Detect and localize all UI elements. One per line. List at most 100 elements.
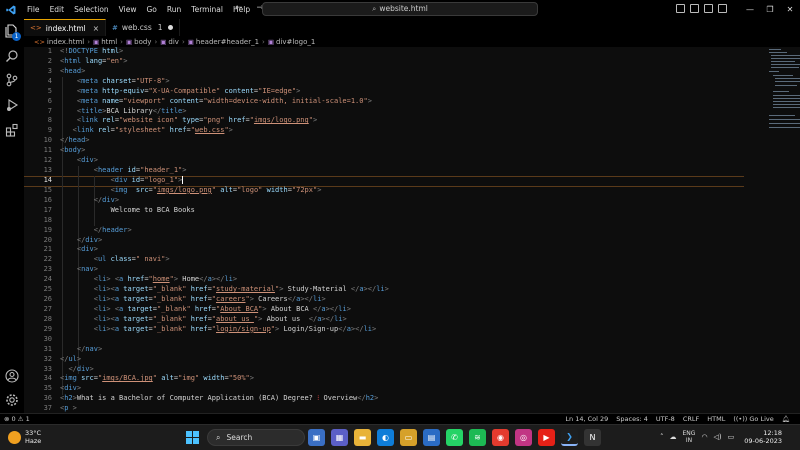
indentation[interactable]: Spaces: 4	[616, 415, 648, 423]
code-line: <li> <a target="_blank" href="About BCA"…	[93, 304, 351, 313]
line-number: 8	[47, 116, 52, 125]
code-editor[interactable]: 1 2 3 4 5 6 7 8 9 10 11 12 13 14 15 16 17 18 19 20 21 22 23 24 2…	[24, 47, 800, 413]
settings-gear-icon[interactable]	[5, 393, 19, 407]
code-line: <div>	[76, 245, 98, 254]
problem-count: 1	[157, 23, 163, 32]
menu-terminal[interactable]: Terminal	[186, 0, 228, 19]
line-number: 17	[43, 205, 52, 214]
code-line: </nav>	[76, 344, 103, 353]
code-line: <!DOCTYPE html>	[60, 47, 124, 55]
menu-edit[interactable]: Edit	[45, 0, 70, 19]
line-number: 14	[43, 175, 52, 184]
menu-selection[interactable]: Selection	[69, 0, 114, 19]
close-icon[interactable]: ×	[93, 24, 99, 33]
code-line: <div>	[60, 384, 82, 393]
back-arrow-icon[interactable]: ←	[235, 3, 243, 13]
toggle-sidebar-icon[interactable]	[676, 4, 685, 13]
line-number: 25	[43, 285, 52, 294]
close-window-icon[interactable]: ✕	[780, 0, 800, 19]
clock-time: 12:18	[763, 429, 782, 437]
store-icon[interactable]: ▤	[423, 429, 440, 446]
breadcrumb-item[interactable]: div#logo_1	[276, 38, 315, 46]
line-number: 19	[43, 225, 52, 234]
notion-icon[interactable]: N	[584, 429, 601, 446]
line-number: 35	[43, 384, 52, 393]
menu-file[interactable]: File	[22, 0, 45, 19]
extensions-icon[interactable]	[5, 123, 19, 137]
wifi-icon[interactable]: ◠	[701, 433, 707, 441]
breadcrumb-item[interactable]: html	[101, 38, 117, 46]
problems-indicator[interactable]: ⊗ 0 ⚠ 1	[4, 415, 30, 423]
volume-icon[interactable]: ◁)	[714, 433, 722, 441]
folder-icon[interactable]: ▭	[400, 429, 417, 446]
tab-web-css[interactable]: # web.css 1	[106, 19, 180, 36]
element-icon: ▣	[125, 37, 133, 46]
tab-index-html[interactable]: <> index.html ×	[24, 19, 107, 36]
onedrive-cloud-icon[interactable]: ☁	[670, 433, 677, 441]
whatsapp-icon[interactable]: ✆	[446, 429, 463, 446]
file-explorer-icon[interactable]: ▬	[354, 429, 371, 446]
windows-start-icon[interactable]	[186, 431, 199, 444]
search-icon: ⌕	[372, 4, 377, 13]
battery-icon[interactable]: ▭	[728, 433, 735, 441]
go-live-label: Go Live	[749, 415, 774, 423]
teams-icon[interactable]: ▦	[331, 429, 348, 446]
command-center-text: website.html	[379, 4, 428, 13]
restore-icon[interactable]: ❐	[760, 0, 780, 19]
chevron-right-icon: ›	[262, 37, 265, 46]
account-icon[interactable]	[5, 369, 19, 383]
search-icon: ⌕	[216, 432, 221, 442]
menu-go[interactable]: Go	[141, 0, 161, 19]
code-line: <meta charset="UTF-8">	[76, 76, 170, 85]
element-icon: ▣	[93, 37, 100, 46]
instagram-icon[interactable]: ◎	[515, 429, 532, 446]
activity-bar: 1	[0, 19, 24, 413]
breadcrumb-item[interactable]: index.html	[47, 38, 84, 46]
code-line: <li><a target="_blank" href="about us ">…	[93, 314, 347, 323]
encoding[interactable]: UTF-8	[656, 415, 675, 423]
nav-arrows: ← →	[235, 3, 264, 13]
command-center-search[interactable]: ⌕ website.html	[262, 2, 538, 16]
search-icon[interactable]	[5, 49, 19, 63]
code-line: </div>	[93, 195, 120, 204]
minimap[interactable]	[769, 47, 800, 137]
vscode-taskbar-icon[interactable]: ❯	[561, 429, 578, 446]
breadcrumb-item[interactable]: header#header_1	[196, 38, 259, 46]
run-debug-icon[interactable]	[5, 98, 19, 112]
line-ending[interactable]: CRLF	[683, 415, 699, 423]
spotify-icon[interactable]: ≋	[469, 429, 486, 446]
youtube-icon[interactable]: ▶	[538, 429, 555, 446]
menu-view[interactable]: View	[114, 0, 142, 19]
language-indicator[interactable]: ENG IN	[683, 430, 696, 444]
chrome-icon[interactable]: ◉	[492, 429, 509, 446]
edge-icon[interactable]: ◐	[377, 429, 394, 446]
source-control-icon[interactable]	[5, 73, 19, 87]
show-hidden-icons-chevron-icon[interactable]: ˄	[660, 433, 664, 441]
go-live-button[interactable]: ((•)) Go Live	[733, 415, 773, 423]
taskbar-search[interactable]: ⌕ Search	[207, 429, 305, 446]
system-tray: ˄ ☁ ENG IN ◠ ◁) ▭	[660, 430, 734, 444]
line-number: 28	[43, 314, 52, 323]
line-number: 6	[47, 96, 52, 105]
breadcrumb-item[interactable]: div	[168, 38, 179, 46]
menu-run[interactable]: Run	[162, 0, 186, 19]
css-file-icon: #	[112, 23, 118, 32]
weather-widget[interactable]: 33°C Haze	[8, 429, 41, 445]
customize-layout-icon[interactable]	[718, 4, 727, 13]
minimize-icon[interactable]: —	[740, 0, 760, 19]
line-number: 18	[43, 215, 52, 224]
code-lines[interactable]: <!DOCTYPE html> <html lang="en"> <head> …	[60, 47, 760, 413]
cursor-position[interactable]: Ln 14, Col 29	[565, 415, 608, 423]
menu-bar: File Edit Selection View Go Run Terminal…	[22, 0, 255, 19]
toggle-secondary-sidebar-icon[interactable]	[704, 4, 713, 13]
breadcrumb-item[interactable]: body	[134, 38, 151, 46]
taskbar-clock[interactable]: 12:18 09-06-2023	[744, 429, 782, 445]
toggle-panel-icon[interactable]	[690, 4, 699, 13]
language-mode[interactable]: HTML	[707, 415, 725, 423]
editor-tabs: <> index.html × # web.css 1	[24, 19, 800, 36]
task-view-icon[interactable]: ▣	[308, 429, 325, 446]
line-number: 29	[43, 324, 52, 333]
notifications-bell-icon[interactable]: 🔔︎	[782, 415, 790, 423]
unsaved-dot-icon[interactable]	[167, 25, 173, 30]
